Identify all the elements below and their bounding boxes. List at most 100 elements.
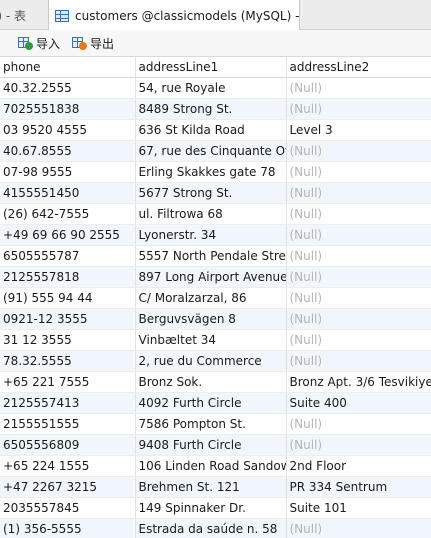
table-row[interactable]: (26) 642-7555 ul. Filtrowa 68 (Null) bbox=[0, 203, 431, 225]
cell-addressline1[interactable]: Estrada da saúde n. 58 bbox=[135, 518, 287, 538]
cell-phone[interactable]: 40.32.2555 bbox=[0, 77, 136, 99]
cell-addressline2[interactable]: Bronz Apt. 3/6 Tesvikiye bbox=[286, 371, 431, 393]
cell-addressline1[interactable]: 7586 Pompton St. bbox=[135, 413, 287, 435]
cell-addressline2[interactable]: (Null) bbox=[286, 140, 431, 162]
table-row[interactable]: 40.67.855567, rue des Cinquante Otages(N… bbox=[0, 140, 431, 162]
cell-phone[interactable]: 40.67.8555 bbox=[0, 140, 136, 162]
cell-addressline1[interactable]: Erling Skakkes gate 78 bbox=[135, 161, 287, 183]
table-row[interactable]: 40.32.2555 54, rue Royale (Null) bbox=[0, 77, 431, 99]
data-grid[interactable]: phone addressLine1 addressLine2 40.32.25… bbox=[0, 57, 431, 538]
column-header-addressline2[interactable]: addressLine2 bbox=[286, 57, 431, 78]
cell-phone[interactable]: 2125557818 bbox=[0, 266, 136, 288]
cell-phone[interactable]: 07-98 9555 bbox=[0, 161, 136, 183]
table-row[interactable]: (1) 356-5555 Estrada da saúde n. 58 (Null) bbox=[0, 518, 431, 538]
cell-phone[interactable]: 4155551450 bbox=[0, 182, 136, 204]
cell-addressline2[interactable]: Suite 101 bbox=[286, 497, 431, 519]
cell-addressline1[interactable]: Lyonerstr. 34 bbox=[135, 224, 287, 246]
cell-addressline1[interactable]: 106 Linden Road Sandown bbox=[135, 455, 287, 477]
cell-addressline2[interactable]: (Null) bbox=[286, 224, 431, 246]
cell-phone[interactable]: 03 9520 4555 bbox=[0, 119, 136, 141]
cell-addressline2[interactable]: (Null) bbox=[286, 287, 431, 309]
cell-addressline2[interactable]: (Null) bbox=[286, 350, 431, 372]
cell-addressline1[interactable]: Brehmen St. 121 bbox=[135, 476, 287, 498]
cell-addressline2[interactable]: (Null) bbox=[286, 329, 431, 351]
export-button[interactable]: 导出 bbox=[72, 35, 114, 52]
cell-addressline1[interactable]: 5677 Strong St. bbox=[135, 182, 287, 204]
cell-addressline1[interactable]: 636 St Kilda Road bbox=[135, 119, 287, 141]
cell-addressline1[interactable]: 2, rue du Commerce bbox=[135, 350, 287, 372]
table-row[interactable]: 78.32.5555 2, rue du Commerce (Null) bbox=[0, 350, 431, 372]
cell-addressline2[interactable]: Level 3 bbox=[286, 119, 431, 141]
table-row[interactable]: 6505555787 5557 North Pendale Street (Null… bbox=[0, 245, 431, 267]
cell-phone[interactable]: (91) 555 94 44 bbox=[0, 287, 136, 309]
cell-addressline1[interactable]: 897 Long Airport Avenue bbox=[135, 266, 287, 288]
import-button[interactable]: 导入 bbox=[18, 35, 60, 52]
cell-phone[interactable]: 31 12 3555 bbox=[0, 329, 136, 351]
import-icon bbox=[18, 36, 33, 50]
cell-addressline2[interactable]: (Null) bbox=[286, 203, 431, 225]
cell-phone[interactable]: 6505555787 bbox=[0, 245, 136, 267]
table-row[interactable]: 2035557845 149 Spinnaker Dr. Suite 101 bbox=[0, 497, 431, 519]
cell-addressline2[interactable]: (Null) bbox=[286, 98, 431, 120]
tab-previous-table[interactable]: (L) - 表 bbox=[0, 0, 47, 30]
table-row[interactable]: 0921-12 3555 Berguvsvägen 8 (Null) bbox=[0, 308, 431, 330]
table-row[interactable]: 2125557413 4092 Furth Circle Suite 400 bbox=[0, 392, 431, 414]
cell-phone[interactable]: 2155551555 bbox=[0, 413, 136, 435]
table-row[interactable]: +49 69 66 90 2555 Lyonerstr. 34 (Null) bbox=[0, 224, 431, 246]
table-row[interactable]: +65 224 1555 106 Linden Road Sandown 2nd F… bbox=[0, 455, 431, 477]
cell-addressline2[interactable]: PR 334 Sentrum bbox=[286, 476, 431, 498]
table-row[interactable]: 6505556809 9408 Furth Circle (Null) bbox=[0, 434, 431, 456]
cell-phone[interactable]: (1) 356-5555 bbox=[0, 518, 136, 538]
cell-addressline2[interactable]: (Null) bbox=[286, 161, 431, 183]
header-row: phone addressLine1 addressLine2 bbox=[0, 57, 431, 78]
cell-phone[interactable]: +65 224 1555 bbox=[0, 455, 136, 477]
table-row[interactable]: 2155551555 7586 Pompton St. (Null) bbox=[0, 413, 431, 435]
cell-phone[interactable]: +65 221 7555 bbox=[0, 371, 136, 393]
table-row[interactable]: 07-98 9555 Erling Skakkes gate 78 (Null) bbox=[0, 161, 431, 183]
cell-phone[interactable]: 6505556809 bbox=[0, 434, 136, 456]
cell-addressline1[interactable]: 67, rue des Cinquante Otages bbox=[135, 140, 287, 162]
cell-addressline2[interactable]: (Null) bbox=[286, 434, 431, 456]
cell-addressline2[interactable]: (Null) bbox=[286, 245, 431, 267]
cell-addressline1[interactable]: Bronz Sok. bbox=[135, 371, 287, 393]
cell-phone[interactable]: +49 69 66 90 2555 bbox=[0, 224, 136, 246]
cell-addressline2[interactable]: (Null) bbox=[286, 182, 431, 204]
import-label: 导入 bbox=[36, 36, 61, 51]
cell-addressline1[interactable]: 54, rue Royale bbox=[135, 77, 287, 99]
cell-phone[interactable]: +47 2267 3215 bbox=[0, 476, 136, 498]
cell-phone[interactable]: 78.32.5555 bbox=[0, 350, 136, 372]
column-header-addressline1[interactable]: addressLine1 bbox=[135, 57, 287, 78]
cell-addressline2[interactable]: (Null) bbox=[286, 266, 431, 288]
table-row[interactable]: +47 2267 3215 Brehmen St. 121 PR 334 Sentr… bbox=[0, 476, 431, 498]
cell-addressline1[interactable]: Berguvsvägen 8 bbox=[135, 308, 287, 330]
table-row[interactable]: 7025551838 8489 Strong St. (Null) bbox=[0, 98, 431, 120]
cell-addressline1[interactable]: 5557 North Pendale Street bbox=[135, 245, 287, 267]
cell-phone[interactable]: 0921-12 3555 bbox=[0, 308, 136, 330]
cell-addressline1[interactable]: Vinbæltet 34 bbox=[135, 329, 287, 351]
column-header-phone[interactable]: phone bbox=[0, 57, 136, 78]
cell-addressline2[interactable]: 2nd Floor bbox=[286, 455, 431, 477]
table-row[interactable]: 31 12 3555 Vinbæltet 34 (Null) bbox=[0, 329, 431, 351]
cell-phone[interactable]: 2035557845 bbox=[0, 497, 136, 519]
cell-addressline1[interactable]: 4092 Furth Circle bbox=[135, 392, 287, 414]
cell-addressline2[interactable]: Suite 400 bbox=[286, 392, 431, 414]
cell-addressline2[interactable]: (Null) bbox=[286, 413, 431, 435]
table-row[interactable]: +65 221 7555 Bronz Sok. Bronz Apt. 3/6 Tes… bbox=[0, 371, 431, 393]
cell-phone[interactable]: 2125557413 bbox=[0, 392, 136, 414]
cell-addressline1[interactable]: 9408 Furth Circle bbox=[135, 434, 287, 456]
cell-addressline2[interactable]: (Null) bbox=[286, 518, 431, 538]
cell-addressline2[interactable]: (Null) bbox=[286, 308, 431, 330]
cell-addressline1[interactable]: 8489 Strong St. bbox=[135, 98, 287, 120]
table-row[interactable]: (91) 555 94 44 C/ Moralzarzal, 86 (Null) bbox=[0, 287, 431, 309]
cell-addressline1[interactable]: 149 Spinnaker Dr. bbox=[135, 497, 287, 519]
cell-phone[interactable]: 7025551838 bbox=[0, 98, 136, 120]
cell-phone[interactable]: (26) 642-7555 bbox=[0, 203, 136, 225]
cell-addressline1[interactable]: C/ Moralzarzal, 86 bbox=[135, 287, 287, 309]
table-row[interactable]: 03 9520 4555 636 St Kilda Road Level 3 bbox=[0, 119, 431, 141]
tab-previous-label: (L) - 表 bbox=[0, 8, 27, 23]
tab-customers-table[interactable]: customers @classicmodels (MySQL) - 表 bbox=[48, 0, 300, 31]
cell-addressline2[interactable]: (Null) bbox=[286, 77, 431, 99]
table-row[interactable]: 2125557818 897 Long Airport Avenue (Null) bbox=[0, 266, 431, 288]
cell-addressline1[interactable]: ul. Filtrowa 68 bbox=[135, 203, 287, 225]
table-row[interactable]: 4155551450 5677 Strong St. (Null) bbox=[0, 182, 431, 204]
